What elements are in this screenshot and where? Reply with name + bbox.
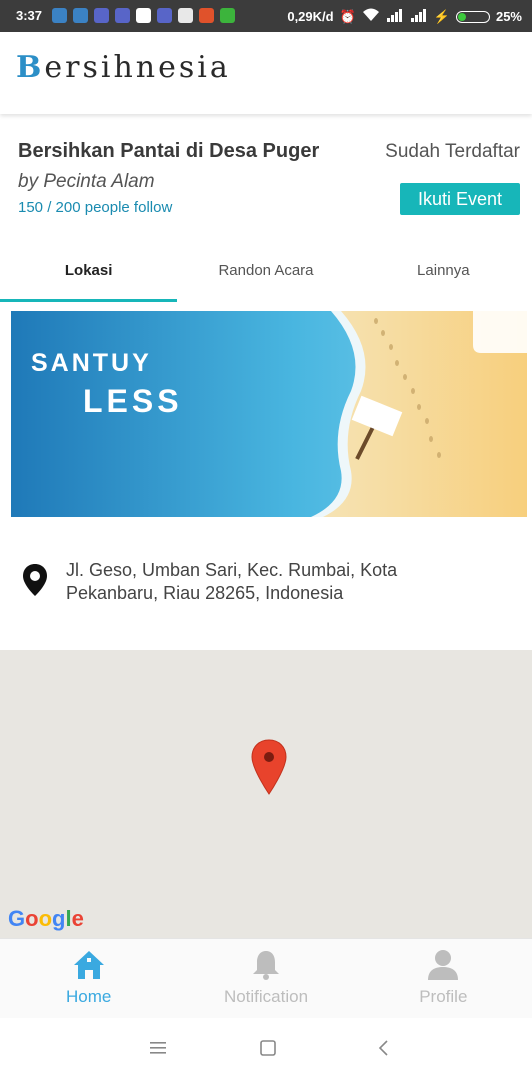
tab-lokasi[interactable]: Lokasi — [0, 240, 178, 302]
play-store-icon — [136, 8, 151, 23]
battery-level: 25% — [495, 9, 522, 24]
nav-notification[interactable]: Notification — [177, 939, 354, 1019]
back-icon[interactable] — [374, 1038, 394, 1063]
location-pin-icon — [22, 563, 48, 602]
event-title: Bersihkan Pantai di Desa Puger — [18, 140, 320, 162]
status-time: 3:37 — [16, 8, 43, 23]
charging-icon: ⚡ — [433, 8, 450, 24]
google-logo: Google — [8, 906, 84, 931]
chrome-icon — [178, 8, 193, 23]
nav-home-label: Home — [65, 987, 112, 1006]
menu-icon[interactable] — [148, 1038, 168, 1063]
tab-randon-acara[interactable]: Randon Acara — [177, 240, 354, 302]
alarm-icon: ⏰ — [339, 8, 356, 24]
event-tabs: Lokasi Randon Acara Lainnya — [0, 240, 532, 302]
battery-fill — [457, 12, 466, 21]
app-notification-icon — [52, 8, 67, 23]
person-icon — [426, 949, 460, 986]
app-notification-icon — [220, 8, 235, 23]
status-bar: 3:37 0,29K/d ⏰ ⚡ 25% — [0, 0, 532, 32]
nav-notification-label: Notification — [223, 987, 309, 1006]
discord-icon — [115, 8, 130, 23]
event-banner-image: SANTUY LESS — [11, 311, 527, 517]
discord-icon — [94, 8, 109, 23]
app-notification-icon — [73, 8, 88, 23]
status-right: 0,29K/d ⏰ ⚡ 25% — [287, 8, 522, 25]
battery-icon — [455, 10, 490, 23]
event-address: Jl. Geso, Umban Sari, Kec. Rumbai, Kota … — [66, 560, 398, 603]
network-speed: 0,29K/d — [287, 9, 334, 24]
banner-text-line1: SANTUY — [31, 349, 152, 377]
map-marker-icon[interactable] — [251, 739, 287, 800]
event-location: Jl. Geso, Umban Sari, Kec. Rumbai, Kota … — [0, 545, 532, 635]
nav-profile[interactable]: Profile — [355, 939, 532, 1019]
signal-icon — [386, 8, 404, 25]
banner-text-line2: LESS — [83, 383, 183, 419]
nav-home[interactable]: Home — [0, 939, 177, 1019]
event-followers: 150 / 200 people follow — [18, 199, 173, 216]
join-event-button[interactable]: Ikuti Event — [400, 183, 520, 215]
signal-icon — [410, 8, 428, 25]
event-header: Bersihkan Pantai di Desa Puger by Pecint… — [0, 118, 532, 228]
registration-status: Sudah Terdaftar — [385, 141, 520, 162]
nav-profile-label: Profile — [419, 987, 468, 1006]
home-square-icon[interactable] — [258, 1038, 278, 1063]
tab-lainnya[interactable]: Lainnya — [355, 240, 532, 302]
app-header: Bersihnesia — [0, 32, 532, 114]
wifi-icon — [362, 8, 380, 25]
discord-icon — [157, 8, 172, 23]
home-icon — [72, 949, 106, 986]
logo-initial: B — [16, 50, 45, 85]
app-notification-icon — [199, 8, 214, 23]
app-logo[interactable]: Bersihnesia — [16, 50, 231, 85]
bottom-navigation: Home Notification Profile — [0, 938, 532, 1019]
logo-text: ersihnesia — [44, 50, 231, 85]
bell-icon — [251, 949, 281, 986]
notification-icons — [52, 8, 235, 23]
event-organizer: by Pecinta Alam — [18, 171, 155, 192]
system-navigation-bar — [0, 1018, 532, 1080]
location-map[interactable]: Google — [0, 650, 532, 938]
